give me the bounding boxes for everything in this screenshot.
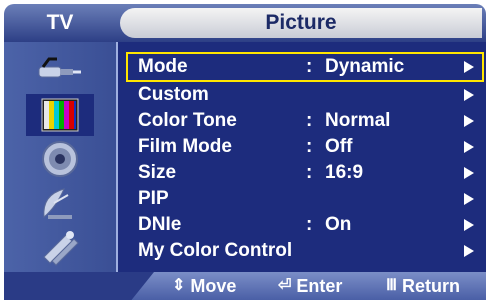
menu-item-my-color-control[interactable]: My Color Control: [128, 238, 482, 264]
sidebar-item-input[interactable]: [26, 50, 94, 92]
menu-item-colon: :: [306, 214, 313, 235]
enter-hint: ⏎ Enter: [278, 272, 342, 300]
chevron-right-icon: [464, 89, 474, 101]
menu-item-custom[interactable]: Custom: [128, 82, 482, 108]
up-down-arrow-icon: ⇕: [172, 277, 186, 294]
menu-item-label: Color Tone: [138, 110, 237, 131]
menu-item-mode[interactable]: Mode : Dynamic: [126, 52, 484, 82]
footer-accent: [4, 272, 154, 300]
title-pill: Picture: [120, 8, 482, 38]
menu-item-value: On: [325, 214, 352, 235]
sidebar-item-sound[interactable]: [26, 138, 94, 180]
color-bars-icon: [41, 98, 79, 132]
sidebar: [4, 42, 118, 272]
move-hint-label: Move: [190, 276, 237, 296]
page-title: Picture: [265, 11, 337, 34]
speaker-icon: [42, 141, 78, 177]
move-hint: ⇕ Move: [172, 272, 236, 300]
input-plug-icon: [38, 57, 81, 78]
menu-item-value: 16:9: [325, 162, 364, 183]
enter-icon: ⏎: [278, 277, 292, 294]
footer-hint-bar: ⇕ Move ⏎ Enter Ⅲ Return: [4, 272, 486, 300]
menu-item-label: Mode: [138, 56, 188, 77]
header-bar: TV Picture: [4, 4, 486, 42]
menu-item-pip[interactable]: PIP: [128, 186, 482, 212]
tv-osd-screen: TV Picture Mode: Dynamic Custom Color T…: [0, 0, 490, 304]
chevron-right-icon: [464, 115, 474, 127]
menu-item-label: PIP: [138, 188, 169, 209]
menu-item-label: My Color Control: [138, 240, 293, 261]
menu-item-label: Film Mode: [138, 136, 232, 157]
picture-menu: Mode : Dynamic Custom Color Tone : Norma…: [118, 42, 486, 272]
chevron-right-icon: [464, 219, 474, 231]
satellite-dish-icon: [43, 188, 72, 219]
chevron-right-icon: [464, 167, 474, 179]
menu-item-film-mode[interactable]: Film Mode : Off: [128, 134, 482, 160]
chevron-right-icon: [464, 61, 474, 73]
sidebar-item-setup[interactable]: [26, 226, 94, 268]
menu-item-dnie[interactable]: DNIe : On: [128, 212, 482, 238]
menu-item-label: Custom: [138, 84, 209, 105]
menu-item-color-tone[interactable]: Color Tone : Normal: [128, 108, 482, 134]
enter-hint-label: Enter: [296, 276, 343, 296]
sidebar-item-picture[interactable]: [26, 94, 94, 136]
return-hint: Ⅲ Return: [386, 272, 460, 300]
menu-item-label: DNIe: [138, 214, 182, 235]
menu-item-colon: :: [306, 110, 313, 131]
menu-icon: Ⅲ: [386, 277, 398, 294]
return-hint-label: Return: [402, 276, 461, 296]
menu-item-value: Dynamic: [325, 56, 405, 77]
setup-tools-icon: [43, 231, 79, 266]
menu-item-colon: :: [306, 136, 313, 157]
chevron-right-icon: [464, 193, 474, 205]
chevron-right-icon: [464, 245, 474, 257]
menu-item-size[interactable]: Size : 16:9: [128, 160, 482, 186]
menu-item-colon: :: [306, 162, 313, 183]
sidebar-item-channel[interactable]: [26, 182, 94, 224]
menu-item-value: Off: [325, 136, 353, 157]
menu-item-value: Normal: [325, 110, 391, 131]
tv-category-label: TV: [46, 11, 74, 34]
menu-item-label: Size: [138, 162, 177, 183]
chevron-right-icon: [464, 141, 474, 153]
menu-item-colon: :: [306, 56, 313, 77]
